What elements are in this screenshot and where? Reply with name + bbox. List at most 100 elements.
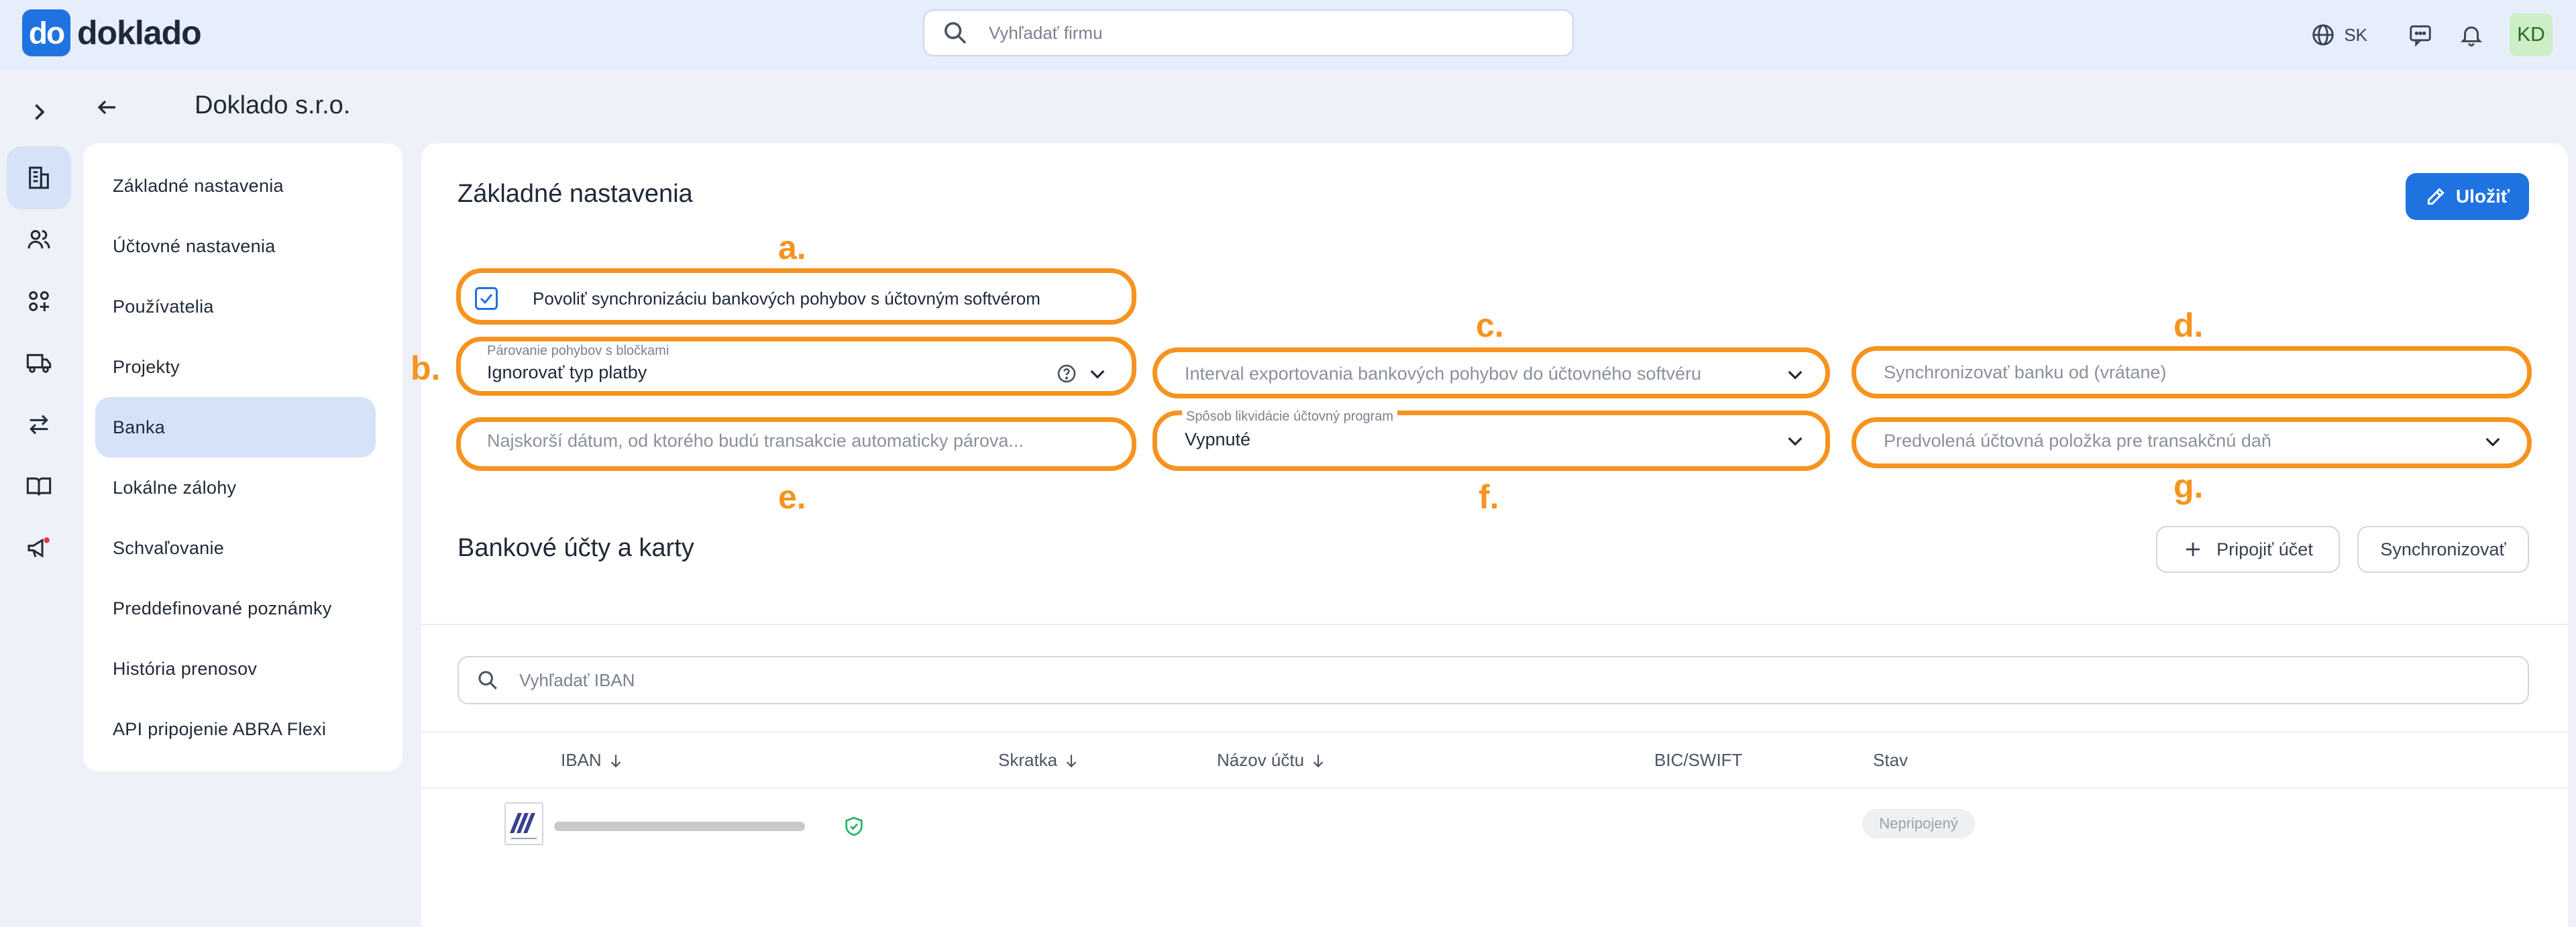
annotation-b: b. xyxy=(411,349,441,387)
column-label: Stav xyxy=(1873,750,1909,770)
annotation-e: e. xyxy=(778,478,806,516)
column-header-iban[interactable]: IBAN xyxy=(561,750,625,771)
connect-account-label: Pripojiť účet xyxy=(2216,539,2313,559)
globe-icon xyxy=(2312,24,2334,46)
rail-apps[interactable] xyxy=(7,270,71,333)
arrow-down-icon xyxy=(1313,754,1324,767)
nav-item-accounting-settings[interactable]: Účtovné nastavenia xyxy=(95,216,376,276)
divider xyxy=(421,624,2568,625)
nav-item-users[interactable]: Používatelia xyxy=(95,276,376,337)
save-button[interactable]: Uložiť xyxy=(2406,173,2529,220)
pairing-select[interactable]: Ignorovať typ platby xyxy=(487,362,647,383)
earliest-date-input[interactable]: Najskorší dátum, od ktorého budú transak… xyxy=(487,431,1024,451)
column-label: Názov účtu xyxy=(1217,750,1305,770)
annotation-a: a. xyxy=(778,229,806,266)
status-badge: Nepripojený xyxy=(1862,809,1975,838)
rail-delivery[interactable] xyxy=(7,331,71,394)
arrow-down-icon xyxy=(610,754,621,767)
rail-companies[interactable] xyxy=(7,146,71,209)
back-button[interactable] xyxy=(91,91,123,123)
company-name: Doklado s.r.o. xyxy=(195,91,351,119)
column-label: Skratka xyxy=(998,750,1058,770)
liquidation-value: Vypnuté xyxy=(1185,429,1251,449)
plus-icon xyxy=(2186,543,2200,556)
export-interval-select[interactable]: Interval exportovania bankových pohybov … xyxy=(1185,364,1701,384)
synchronize-button[interactable]: Synchronizovať xyxy=(2357,526,2529,573)
language-code: SK xyxy=(2344,24,2367,45)
chevron-down-icon[interactable] xyxy=(1784,430,1806,451)
company-search-input[interactable]: Vyhľadať firmu xyxy=(923,9,1574,56)
annotation-d: d. xyxy=(2174,307,2204,344)
book-icon xyxy=(26,477,52,496)
save-label: Uložiť xyxy=(2455,186,2510,207)
user-avatar[interactable]: KD xyxy=(2510,13,2553,56)
rail-announcements[interactable] xyxy=(7,516,71,580)
chevron-down-icon[interactable] xyxy=(1784,364,1806,385)
column-label: IBAN xyxy=(561,750,602,770)
app-logo[interactable]: do doklado xyxy=(22,9,202,56)
settings-nav: Základné nastavenia Účtovné nastavenia P… xyxy=(83,144,402,771)
rail-users[interactable] xyxy=(7,208,71,271)
annotation-c: c. xyxy=(1476,307,1504,344)
sync-checkbox[interactable] xyxy=(475,287,498,310)
iban-search-placeholder: Vyhľadať IBAN xyxy=(519,669,635,690)
help-icon[interactable] xyxy=(1056,363,1077,384)
transfer-icon xyxy=(30,415,48,435)
top-right-controls: SK KD xyxy=(2310,0,2576,70)
column-header-bic: BIC/SWIFT xyxy=(1654,750,1742,771)
building-icon xyxy=(29,166,49,189)
check-icon xyxy=(480,294,493,305)
megaphone-icon xyxy=(28,537,50,558)
iban-search-input[interactable]: Vyhľadať IBAN xyxy=(458,656,2529,704)
rail-accounting[interactable] xyxy=(7,455,71,518)
iban-skeleton xyxy=(554,822,805,831)
search-icon xyxy=(478,671,497,690)
column-label: BIC/SWIFT xyxy=(1654,750,1743,770)
shield-check-icon xyxy=(845,816,863,836)
nav-item-bank[interactable]: Banka xyxy=(95,397,376,457)
nav-item-approval[interactable]: Schvaľovanie xyxy=(95,518,376,578)
chevron-down-icon[interactable] xyxy=(1087,363,1108,384)
rail-transfers[interactable] xyxy=(7,393,71,456)
default-item-select[interactable]: Predvolená účtovná položka pre transakčn… xyxy=(1884,431,2271,451)
liquidation-select[interactable]: Vypnuté xyxy=(1185,429,1250,450)
chevron-down-icon[interactable] xyxy=(2482,431,2504,452)
truck-icon xyxy=(26,353,52,373)
language-selector[interactable]: SK xyxy=(2310,22,2367,48)
column-header-account-name[interactable]: Názov účtu xyxy=(1217,750,1327,771)
annotation-g: g. xyxy=(2174,468,2204,505)
top-bar: do doklado Vyhľadať firmu SK KD xyxy=(0,0,2576,70)
nav-item-abra-flexi-api[interactable]: API pripojenie ABRA Flexi xyxy=(95,699,376,759)
earliest-date-placeholder: Najskorší dátum, od ktorého budú transak… xyxy=(487,431,1024,451)
divider xyxy=(421,731,2568,732)
arrow-left-icon xyxy=(97,100,115,115)
logo-mark: do xyxy=(22,9,70,56)
pairing-label: Párovanie pohybov s bločkami xyxy=(483,343,674,359)
divider xyxy=(421,787,2568,789)
nav-item-predefined-notes[interactable]: Preddefinované poznámky xyxy=(95,578,376,639)
sync-checkbox-label: Povoliť synchronizáciu bankových pohybov… xyxy=(533,288,1040,309)
column-header-short[interactable]: Skratka xyxy=(998,750,1080,771)
search-icon xyxy=(945,22,967,44)
synchronize-label: Synchronizovať xyxy=(2380,539,2506,559)
search-placeholder: Vyhľadať firmu xyxy=(989,22,1103,43)
pencil-icon xyxy=(2427,188,2445,205)
bank-accounts-title: Bankové účty a karty xyxy=(458,534,694,562)
sync-from-date-input[interactable]: Synchronizovať banku od (vrátane) xyxy=(1884,362,2166,383)
sync-checkbox-row[interactable]: Povoliť synchronizáciu bankových pohybov… xyxy=(475,287,1040,310)
nav-item-projects[interactable]: Projekty xyxy=(95,337,376,397)
connect-account-button[interactable]: Pripojiť účet xyxy=(2156,526,2340,573)
bell-icon[interactable] xyxy=(2459,22,2484,48)
arrow-down-icon xyxy=(1066,754,1077,767)
chat-icon[interactable] xyxy=(2408,22,2433,48)
liquidation-label: Spôsob likvidácie účtovný program xyxy=(1182,409,1398,425)
users-icon xyxy=(28,230,50,249)
logo-text: doklado xyxy=(77,14,202,52)
expand-chevron-icon xyxy=(35,104,45,120)
nav-item-local-backups[interactable]: Lokálne zálohy xyxy=(95,457,376,518)
column-header-status: Stav xyxy=(1873,750,1908,771)
annotation-f: f. xyxy=(1479,478,1499,516)
expand-sidebar-button[interactable] xyxy=(7,80,71,144)
nav-item-transfer-history[interactable]: História prenosov xyxy=(95,639,376,699)
nav-item-basic-settings[interactable]: Základné nastavenia xyxy=(95,156,376,216)
